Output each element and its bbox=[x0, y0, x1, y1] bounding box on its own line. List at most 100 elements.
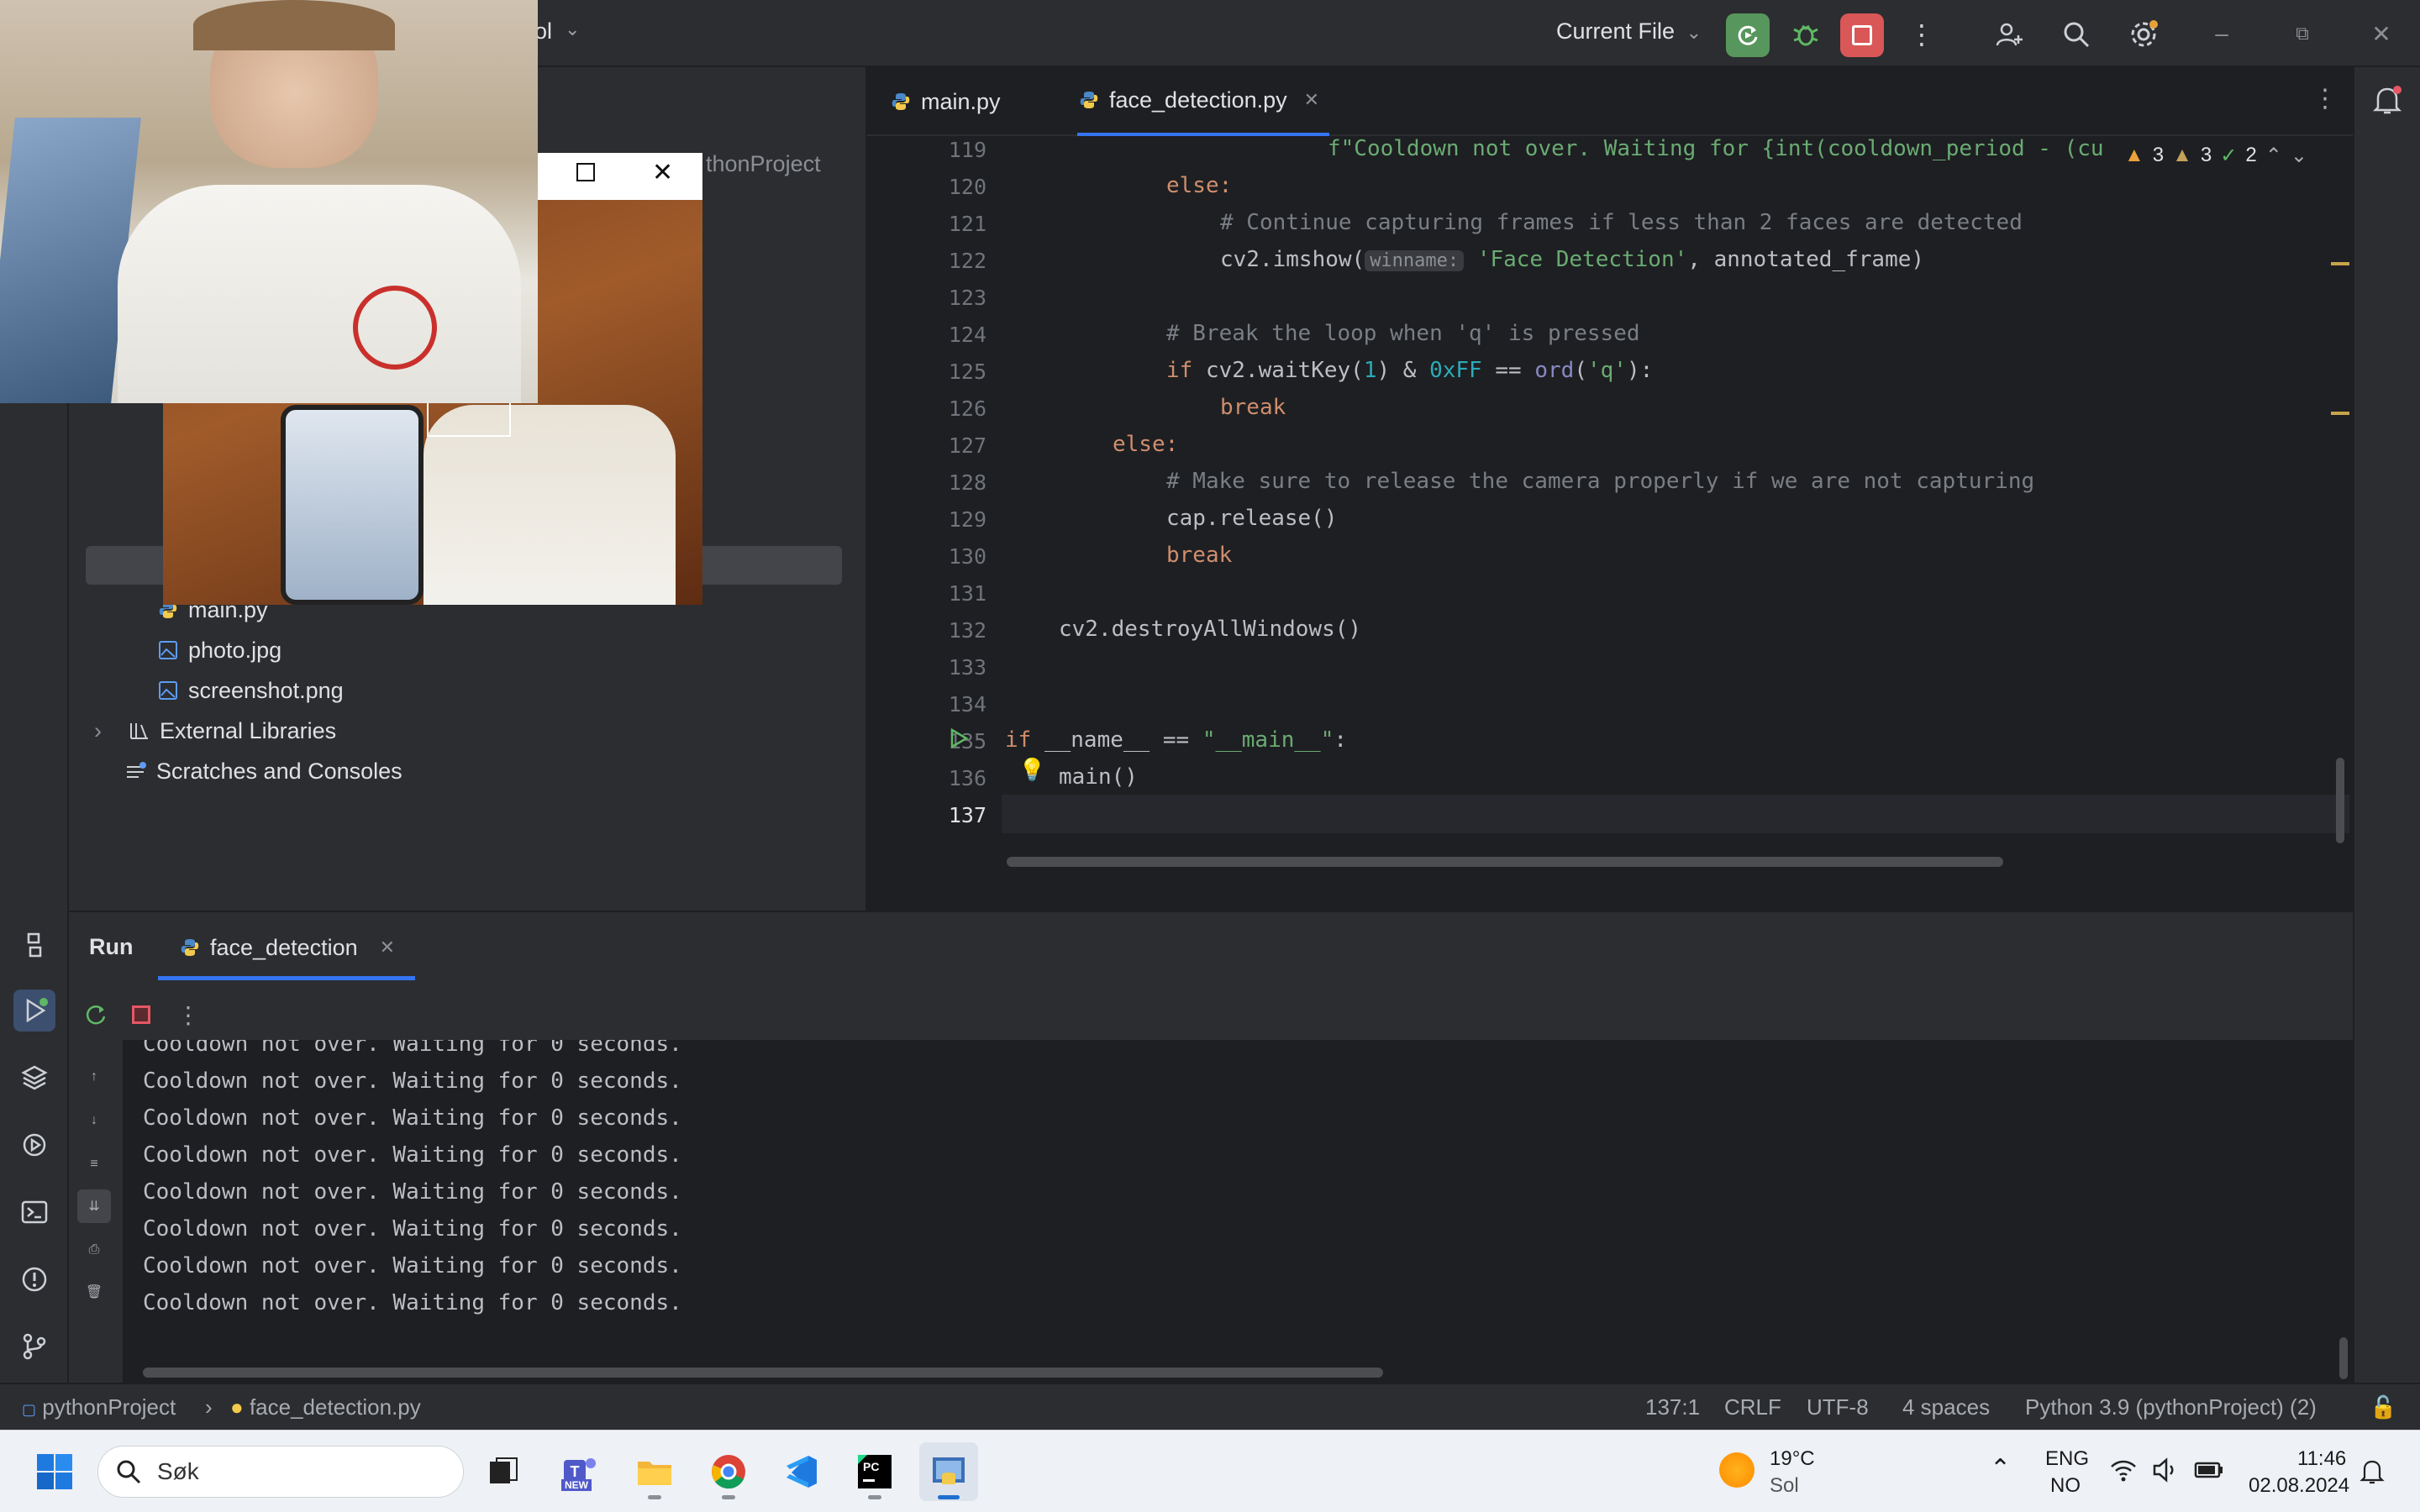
volume-icon[interactable] bbox=[2151, 1456, 2180, 1488]
warning-stripe[interactable] bbox=[2331, 412, 2349, 415]
console-vertical-scrollbar[interactable] bbox=[2339, 1337, 2348, 1379]
chevron-down-icon[interactable]: ⌄ bbox=[565, 18, 580, 40]
weather-temperature[interactable]: 19°C bbox=[1770, 1447, 1815, 1471]
console-line: Cooldown not over. Waiting for 0 seconds… bbox=[143, 1290, 682, 1315]
run-tab-face-detection[interactable]: face_detection ✕ bbox=[178, 929, 395, 966]
line-separator[interactable]: CRLF bbox=[1724, 1394, 1781, 1420]
taskbar-search-box[interactable]: Søk bbox=[97, 1446, 464, 1498]
face-detection-window-titlebar[interactable]: ✕ bbox=[538, 153, 702, 200]
clock-time[interactable]: 11:46 bbox=[2297, 1447, 2346, 1471]
chevron-up-icon[interactable]: ⌃ bbox=[1990, 1454, 2011, 1483]
scroll-down-icon[interactable]: ↓ bbox=[77, 1104, 111, 1137]
lightbulb-icon[interactable]: 💡 bbox=[1018, 758, 1045, 783]
chevron-down-icon: ⌄ bbox=[1686, 22, 1702, 43]
maximize-icon[interactable] bbox=[576, 163, 595, 181]
trash-icon[interactable]: 🗑 bbox=[77, 1275, 111, 1309]
running-indicator bbox=[868, 1495, 881, 1499]
minimize-window-icon[interactable]: – bbox=[2205, 17, 2238, 50]
wifi-icon[interactable] bbox=[2109, 1456, 2138, 1488]
task-view-icon[interactable] bbox=[474, 1442, 533, 1501]
print-icon[interactable]: ⎙ bbox=[77, 1233, 111, 1267]
indent-setting[interactable]: 4 spaces bbox=[1902, 1394, 1990, 1420]
services-icon[interactable] bbox=[13, 1124, 55, 1166]
more-actions-icon[interactable]: ⋮ bbox=[1902, 15, 1941, 54]
scroll-up-icon[interactable]: ↑ bbox=[77, 1060, 111, 1094]
file-explorer-icon[interactable] bbox=[625, 1442, 684, 1501]
inspection-widget[interactable]: ▲ 3 ▲ 3 ✓ 2 ⌃ ⌄ bbox=[2124, 141, 2349, 170]
add-user-icon[interactable] bbox=[1990, 15, 2028, 54]
tree-item-screenshot-png[interactable]: screenshot.png bbox=[156, 670, 344, 711]
breadcrumb-file[interactable]: ● face_detection.py bbox=[230, 1394, 421, 1420]
notifications-icon[interactable] bbox=[2370, 82, 2405, 122]
code-editor[interactable]: f"Cooldown not over. Waiting for {int(co… bbox=[1002, 136, 2349, 872]
tree-item-external-libraries[interactable]: › External Libraries bbox=[94, 711, 336, 751]
chevron-down-icon[interactable]: ⌄ bbox=[2291, 144, 2307, 168]
run-tool-icon[interactable] bbox=[13, 990, 55, 1032]
settings-gear-icon[interactable] bbox=[2124, 15, 2163, 54]
tree-item-photo-jpg[interactable]: photo.jpg bbox=[156, 630, 281, 670]
tab-main-py[interactable]: main.py bbox=[889, 67, 1001, 136]
rerun-button[interactable] bbox=[77, 996, 114, 1033]
terminal-icon[interactable] bbox=[13, 1191, 55, 1233]
close-tab-icon[interactable]: ✕ bbox=[1304, 89, 1319, 111]
stop-icon bbox=[132, 1005, 150, 1024]
stop-button[interactable] bbox=[1840, 13, 1884, 57]
rerun-button[interactable] bbox=[1726, 13, 1770, 57]
console-line: Cooldown not over. Waiting for 0 seconds… bbox=[143, 1179, 682, 1205]
scroll-to-end-icon[interactable]: ⇊ bbox=[77, 1189, 111, 1223]
soft-wrap-icon[interactable]: ≡ bbox=[77, 1147, 111, 1181]
caret-position[interactable]: 137:1 bbox=[1645, 1394, 1700, 1420]
chevron-up-icon[interactable]: ⌃ bbox=[2265, 144, 2282, 168]
console-horizontal-scrollbar[interactable] bbox=[143, 1368, 1383, 1378]
camera-preview-window[interactable] bbox=[0, 0, 538, 403]
language-top[interactable]: ENG bbox=[2045, 1447, 2089, 1471]
close-icon[interactable]: ✕ bbox=[652, 158, 673, 187]
project-root-label[interactable]: thonProject bbox=[706, 151, 821, 177]
python-packages-icon[interactable] bbox=[13, 1057, 55, 1099]
version-control-icon[interactable] bbox=[13, 1326, 55, 1368]
editor-tab-bar: main.py face_detection.py ✕ ⋮ bbox=[867, 67, 2353, 136]
chevron-right-icon[interactable]: › bbox=[94, 718, 128, 744]
weather-sun-icon[interactable] bbox=[1719, 1452, 1754, 1488]
teams-new-badge: NEW bbox=[561, 1479, 592, 1491]
teams-icon[interactable]: T NEW bbox=[550, 1442, 608, 1501]
stop-button[interactable] bbox=[123, 996, 160, 1033]
restore-window-icon[interactable]: ⧉ bbox=[2286, 17, 2319, 50]
language-bottom[interactable]: NO bbox=[2050, 1474, 2081, 1498]
windows-start-icon[interactable] bbox=[25, 1442, 84, 1501]
python-interpreter[interactable]: Python 3.9 (pythonProject) (2) bbox=[2025, 1394, 2317, 1420]
more-actions-icon[interactable]: ⋮ bbox=[170, 996, 207, 1033]
stop-icon bbox=[1852, 25, 1872, 45]
line-number: 129 bbox=[948, 507, 986, 532]
clock-date[interactable]: 02.08.2024 bbox=[2249, 1474, 2349, 1498]
tab-face-detection-py[interactable]: face_detection.py ✕ bbox=[1077, 67, 1330, 136]
tree-item-label: photo.jpg bbox=[188, 637, 282, 663]
file-encoding[interactable]: UTF-8 bbox=[1807, 1394, 1869, 1420]
close-tab-icon[interactable]: ✕ bbox=[380, 937, 395, 958]
problems-icon[interactable] bbox=[13, 1258, 55, 1300]
vertical-scrollbar[interactable] bbox=[2336, 758, 2344, 843]
breadcrumb-project[interactable]: ▢ pythonProject bbox=[22, 1394, 176, 1420]
debug-button[interactable] bbox=[1786, 15, 1825, 54]
run-gutter-icon[interactable] bbox=[948, 727, 970, 753]
console-line: Cooldown not over. Waiting for 0 seconds… bbox=[143, 1105, 682, 1131]
vscode-icon[interactable] bbox=[771, 1442, 830, 1501]
horizontal-scrollbar[interactable] bbox=[1007, 857, 2003, 867]
run-console-output[interactable]: Cooldown not over. Waiting for 0 seconds… bbox=[123, 1040, 2353, 1383]
close-window-icon[interactable]: ✕ bbox=[2365, 17, 2398, 50]
notification-bell-icon[interactable] bbox=[2360, 1457, 2385, 1488]
editor-options-icon[interactable]: ⋮ bbox=[2312, 84, 2338, 113]
check-icon: ✓ bbox=[2220, 144, 2238, 167]
pycharm-icon[interactable]: PC bbox=[845, 1442, 904, 1501]
chrome-icon[interactable] bbox=[699, 1442, 758, 1501]
python-app-icon[interactable] bbox=[919, 1442, 978, 1501]
battery-icon[interactable] bbox=[2193, 1456, 2225, 1488]
lock-icon[interactable]: 🔓 bbox=[2370, 1394, 2396, 1420]
warning-stripe[interactable] bbox=[2331, 262, 2349, 265]
run-configuration-selector[interactable]: Current File ⌄ bbox=[1556, 18, 1702, 45]
python-file-icon bbox=[1077, 88, 1101, 112]
python-console-icon[interactable] bbox=[13, 924, 55, 966]
tree-item-scratches[interactable]: Scratches and Consoles bbox=[124, 751, 402, 791]
search-icon[interactable] bbox=[2057, 15, 2096, 54]
running-indicator bbox=[648, 1495, 661, 1499]
